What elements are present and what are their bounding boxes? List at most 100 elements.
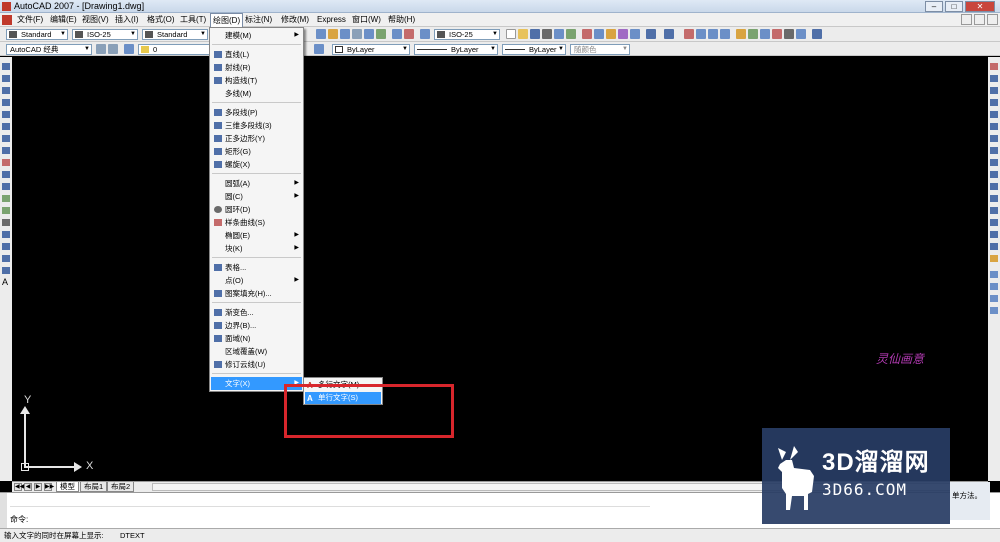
menu-format[interactable]: 格式(O) — [145, 13, 177, 27]
menu-item-ray[interactable]: 射线(R) — [211, 61, 302, 74]
markup-icon[interactable] — [784, 29, 794, 39]
menu-item-hatch[interactable]: 图案填充(H)... — [211, 287, 302, 300]
rectangle-tool-icon[interactable] — [2, 111, 10, 118]
offset-tool-icon[interactable] — [990, 99, 998, 106]
menu-item-gradient[interactable]: 渐变色... — [211, 306, 302, 319]
prev-tab-button[interactable]: ◀ — [24, 483, 32, 491]
new-icon[interactable] — [506, 29, 516, 39]
menu-item-revcloud[interactable]: 修订云线(U) — [211, 358, 302, 371]
document-icon[interactable] — [2, 15, 12, 25]
extend-tool-icon[interactable] — [990, 183, 998, 190]
ellipse-arc-tool-icon[interactable] — [2, 183, 10, 190]
menu-item-helix[interactable]: 螺旋(X) — [211, 158, 302, 171]
close-button[interactable]: ✕ — [965, 1, 995, 12]
save-icon[interactable] — [530, 29, 540, 39]
join-tool-icon[interactable] — [990, 219, 998, 226]
menu-window[interactable]: 窗口(W) — [350, 13, 383, 27]
next-tab-button[interactable]: ▶ — [34, 483, 42, 491]
lineweight-combo[interactable]: ByLayer ▼ — [502, 44, 566, 55]
command-window-grip[interactable] — [0, 493, 7, 529]
tool-palettes-icon[interactable] — [760, 29, 770, 39]
region-tool-icon[interactable] — [2, 255, 10, 262]
linetype-combo[interactable]: ByLayer ▼ — [414, 44, 498, 55]
revcloud-tool-icon[interactable] — [2, 147, 10, 154]
draw-tool-icon[interactable] — [376, 29, 386, 39]
table-tool-icon[interactable] — [2, 267, 10, 274]
doc-close-button[interactable] — [987, 14, 998, 25]
hatch-tool-icon[interactable] — [2, 231, 10, 238]
preview-icon[interactable] — [554, 29, 564, 39]
drawing-canvas[interactable] — [12, 57, 988, 481]
menu-express[interactable]: Express — [315, 13, 348, 27]
menu-item-ellipse[interactable]: 椭圆(E) ▶ — [211, 229, 302, 242]
minimize-button[interactable]: – — [925, 1, 943, 12]
trim-tool-icon[interactable] — [990, 171, 998, 178]
menu-tools[interactable]: 工具(T) — [178, 13, 208, 27]
tab-layout2[interactable]: 布局2 — [107, 482, 135, 492]
draw-tool-icon[interactable] — [340, 29, 350, 39]
dim-style-combo-2[interactable]: ISO-25 ▼ — [434, 29, 500, 40]
maximize-button[interactable]: □ — [945, 1, 963, 12]
plotstyle-combo[interactable]: 随颜色 ▼ — [570, 44, 630, 55]
command-prompt[interactable]: 命令: — [10, 514, 28, 525]
menu-item-polygon[interactable]: 正多边形(Y) — [211, 132, 302, 145]
draworder-above-tool-icon[interactable] — [990, 295, 998, 302]
calculator-icon[interactable] — [796, 29, 806, 39]
point-tool-icon[interactable] — [2, 219, 10, 226]
circle-tool-icon[interactable] — [2, 135, 10, 142]
stretch-tool-icon[interactable] — [990, 159, 998, 166]
undo-icon[interactable] — [646, 29, 656, 39]
draw-tool-icon[interactable] — [364, 29, 374, 39]
menu-dimension[interactable]: 标注(N) — [243, 13, 274, 27]
insert-block-tool-icon[interactable] — [2, 195, 10, 202]
menu-help[interactable]: 帮助(H) — [386, 13, 417, 27]
menu-item-block[interactable]: 块(K) ▶ — [211, 242, 302, 255]
menu-item-arc[interactable]: 圆弧(A) ▶ — [211, 177, 302, 190]
draw-tool-icon[interactable] — [420, 29, 430, 39]
help-icon[interactable] — [812, 29, 822, 39]
explode-tool-icon[interactable] — [990, 255, 998, 262]
arc-tool-icon[interactable] — [2, 123, 10, 130]
draw-tool-icon[interactable] — [352, 29, 362, 39]
scale-tool-icon[interactable] — [990, 147, 998, 154]
zoom-previous-icon[interactable] — [720, 29, 730, 39]
menu-draw[interactable]: 绘图(D) — [210, 13, 244, 28]
pan-icon[interactable] — [684, 29, 694, 39]
break-point-tool-icon[interactable] — [990, 195, 998, 202]
make-block-tool-icon[interactable] — [2, 207, 10, 214]
gradient-tool-icon[interactable] — [2, 243, 10, 250]
fillet-tool-icon[interactable] — [990, 243, 998, 250]
first-tab-button[interactable]: ◀◀ — [14, 483, 24, 491]
draworder-back-tool-icon[interactable] — [990, 283, 998, 290]
menu-item-line[interactable]: 直线(L) — [211, 48, 302, 61]
break-tool-icon[interactable] — [990, 207, 998, 214]
move-tool-icon[interactable] — [990, 123, 998, 130]
menu-item-spline[interactable]: 样条曲线(S) — [211, 216, 302, 229]
design-center-icon[interactable] — [748, 29, 758, 39]
menu-item-modeling[interactable]: 建模(M) ▶ — [211, 29, 302, 42]
mtext-tool-icon[interactable]: A — [2, 278, 10, 287]
erase-tool-icon[interactable] — [990, 63, 998, 70]
draw-tool-icon[interactable] — [404, 29, 414, 39]
make-current-icon[interactable] — [314, 44, 324, 54]
menu-item-wipeout[interactable]: 区域覆盖(W) — [211, 345, 302, 358]
menu-file[interactable]: 文件(F) — [15, 13, 45, 27]
match-properties-icon[interactable] — [618, 29, 628, 39]
menu-item-region[interactable]: 面域(N) — [211, 332, 302, 345]
redo-icon[interactable] — [664, 29, 674, 39]
menu-edit[interactable]: 编辑(E) — [48, 13, 79, 27]
color-combo[interactable]: ByLayer ▼ — [332, 44, 410, 55]
open-icon[interactable] — [518, 29, 528, 39]
last-tab-button[interactable]: ▶▶ — [44, 483, 54, 491]
zoom-window-icon[interactable] — [708, 29, 718, 39]
polygon-tool-icon[interactable] — [2, 99, 10, 106]
menu-item-boundary[interactable]: 边界(B)... — [211, 319, 302, 332]
draworder-tool-icon[interactable] — [990, 271, 998, 278]
tab-model[interactable]: 模型 — [56, 482, 79, 492]
ellipse-tool-icon[interactable] — [2, 171, 10, 178]
copy-icon[interactable] — [594, 29, 604, 39]
line-tool-icon[interactable] — [2, 63, 10, 70]
menu-item-point[interactable]: 点(O) ▶ — [211, 274, 302, 287]
menu-item-mline[interactable]: 多线(M) — [211, 87, 302, 100]
menu-view[interactable]: 视图(V) — [80, 13, 111, 27]
